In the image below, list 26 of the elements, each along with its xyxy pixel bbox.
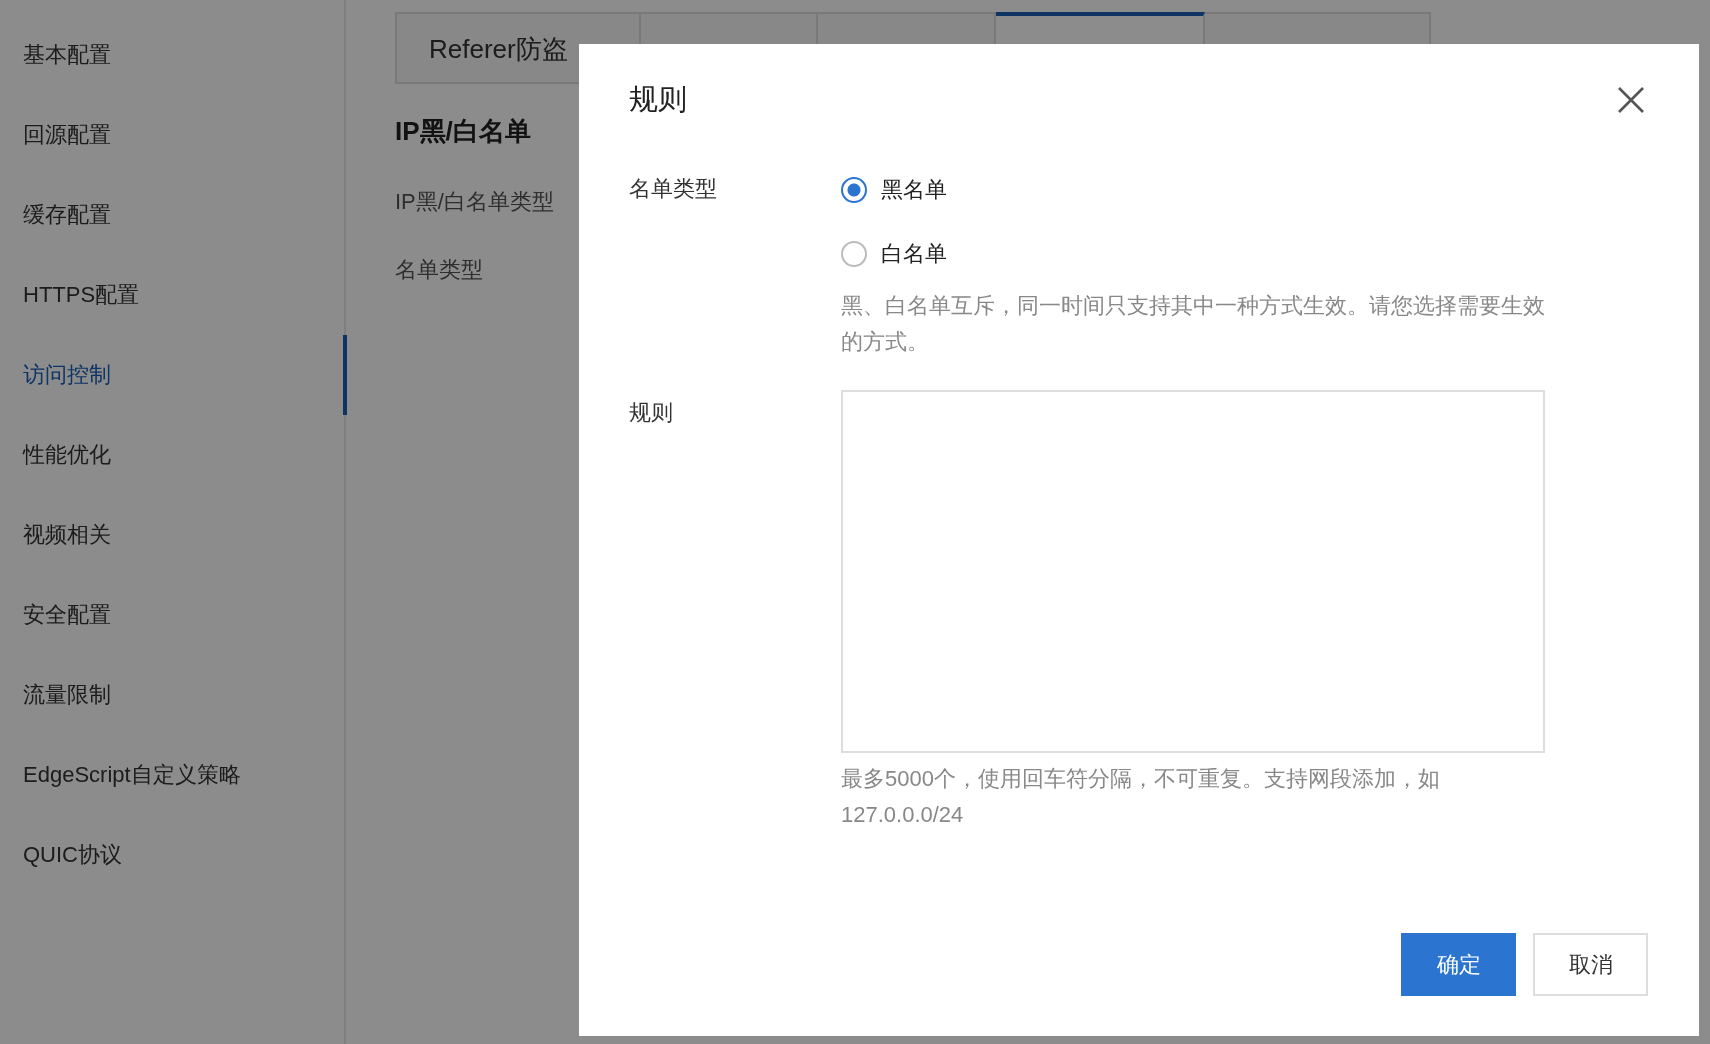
close-icon[interactable] bbox=[1617, 86, 1645, 114]
section-title: IP黑/白名单 bbox=[395, 115, 531, 148]
cancel-button[interactable]: 取消 bbox=[1533, 933, 1648, 996]
sidebar-item[interactable]: 回源配置 bbox=[0, 95, 344, 175]
sidebar-item[interactable]: 流量限制 bbox=[0, 655, 344, 735]
confirm-button[interactable]: 确定 bbox=[1401, 933, 1516, 996]
form-label: 名单类型 bbox=[629, 175, 718, 203]
sidebar-item[interactable]: 缓存配置 bbox=[0, 175, 344, 255]
field-label: 名单类型 bbox=[395, 256, 483, 284]
help-text: 最多5000个，使用回车符分隔，不可重复。支持网段添加，如127.0.0.0/24 bbox=[841, 765, 1441, 829]
radio-button[interactable] bbox=[841, 241, 867, 267]
field-label: IP黑/白名单类型 bbox=[395, 188, 554, 216]
radio-button[interactable] bbox=[841, 177, 867, 203]
sidebar-item[interactable]: 安全配置 bbox=[0, 575, 344, 655]
sidebar-item[interactable]: 访问控制 bbox=[0, 335, 347, 415]
sidebar-item[interactable]: QUIC协议 bbox=[0, 815, 344, 895]
sidebar-item[interactable]: 性能优化 bbox=[0, 415, 344, 495]
help-text: 黑、白名单互斥，同一时间只支持其中一种方式生效。请您选择需要生效的方式。 bbox=[841, 292, 1546, 356]
radio-label[interactable]: 黑名单 bbox=[881, 175, 947, 205]
dialog-title: 规则 bbox=[629, 82, 687, 117]
sidebar-item[interactable]: 视频相关 bbox=[0, 495, 344, 575]
form-label: 规则 bbox=[629, 399, 674, 427]
sidebar-item[interactable]: EdgeScript自定义策略 bbox=[0, 735, 344, 815]
sidebar-item[interactable]: HTTPS配置 bbox=[0, 255, 344, 335]
radio-label[interactable]: 白名单 bbox=[881, 239, 947, 269]
sidebar-item[interactable]: 基本配置 bbox=[0, 15, 344, 95]
